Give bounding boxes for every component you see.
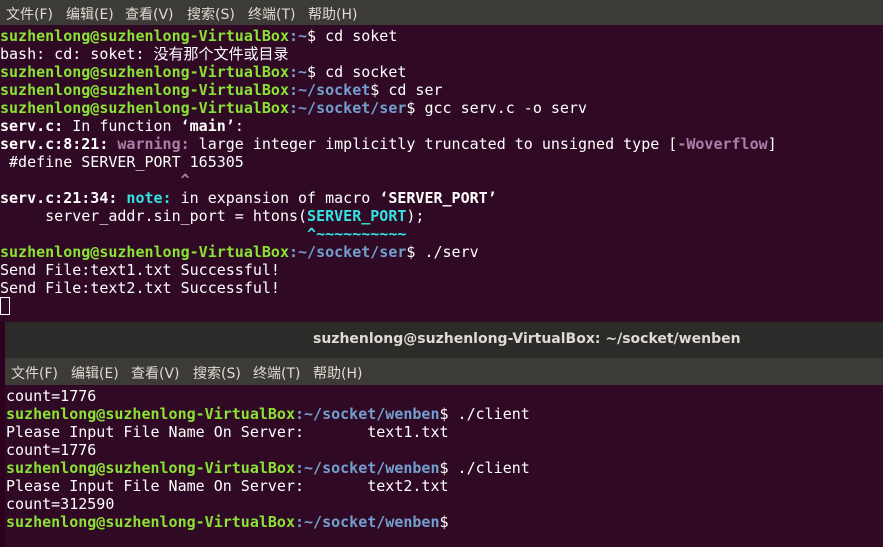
menu-bar-2: 文件(F) 编辑(E) 查看(V) 搜索(S) 终端(T) 帮助(H)	[5, 358, 883, 385]
terminal-line: count=312590	[6, 495, 115, 513]
menu-edit[interactable]: 编辑(E)	[71, 363, 119, 383]
window-titlebar[interactable]: suzhenlong@suzhenlong-VirtualBox: ~/sock…	[5, 322, 883, 358]
terminal-line: suzhenlong@suzhenlong-VirtualBox:~/socke…	[0, 99, 588, 117]
menu-terminal[interactable]: 终端(T)	[253, 363, 300, 383]
menu-search[interactable]: 搜索(S)	[187, 4, 235, 24]
terminal-line: suzhenlong@suzhenlong-VirtualBox:~/socke…	[6, 405, 530, 423]
menu-help[interactable]: 帮助(H)	[308, 4, 357, 24]
terminal-line: suzhenlong@suzhenlong-VirtualBox:~/socke…	[0, 81, 443, 99]
terminal-window-2[interactable]: suzhenlong@suzhenlong-VirtualBox: ~/sock…	[5, 322, 883, 547]
menu-bar: 文件(F) 编辑(E) 查看(V) 搜索(S) 终端(T) 帮助(H)	[0, 0, 883, 25]
terminal-line: count=1776	[6, 441, 97, 459]
terminal-line: server_addr.sin_port = htons(SERVER_PORT…	[0, 207, 425, 225]
terminal-line: serv.c:8:21: warning: large integer impl…	[0, 135, 777, 153]
menu-edit[interactable]: 编辑(E)	[66, 4, 114, 24]
terminal-line: suzhenlong@suzhenlong-VirtualBox:~/socke…	[6, 459, 530, 477]
menu-help[interactable]: 帮助(H)	[313, 363, 362, 383]
terminal-line: Send File:text2.txt Successful!	[0, 279, 280, 297]
terminal-line: serv.c: In function ‘main’:	[0, 117, 244, 135]
menu-file[interactable]: 文件(F)	[11, 363, 58, 383]
menu-terminal[interactable]: 终端(T)	[248, 4, 295, 24]
terminal-client[interactable]: count=1776 suzhenlong@suzhenlong-Virtual…	[5, 385, 883, 547]
terminal-line: ^~~~~~~~~~~	[0, 225, 407, 243]
terminal-line: ^	[0, 171, 190, 189]
terminal-line	[0, 297, 10, 315]
terminal-line: #define SERVER_PORT 165305	[0, 153, 244, 171]
terminal-line: count=1776	[6, 387, 97, 405]
menu-view[interactable]: 查看(V)	[131, 363, 180, 383]
window-title: suzhenlong@suzhenlong-VirtualBox: ~/sock…	[313, 331, 741, 347]
terminal-line: Send File:text1.txt Successful!	[0, 261, 280, 279]
terminal-main[interactable]: suzhenlong@suzhenlong-VirtualBox:~$ cd s…	[0, 25, 883, 322]
terminal-line: suzhenlong@suzhenlong-VirtualBox:~$ cd s…	[0, 27, 398, 45]
cursor-icon	[0, 297, 10, 315]
terminal-line: suzhenlong@suzhenlong-VirtualBox:~$ cd s…	[0, 63, 407, 81]
terminal-line: Please Input File Name On Server: text2.…	[6, 477, 449, 495]
terminal-line: suzhenlong@suzhenlong-VirtualBox:~/socke…	[6, 513, 449, 531]
terminal-line: suzhenlong@suzhenlong-VirtualBox:~/socke…	[0, 243, 479, 261]
menu-file[interactable]: 文件(F)	[6, 4, 53, 24]
terminal-line: serv.c:21:34: note: in expansion of macr…	[0, 189, 497, 207]
menu-search[interactable]: 搜索(S)	[193, 363, 241, 383]
menu-view[interactable]: 查看(V)	[125, 4, 174, 24]
terminal-line: Please Input File Name On Server: text1.…	[6, 423, 449, 441]
terminal-line: bash: cd: soket: 没有那个文件或目录	[0, 45, 289, 63]
